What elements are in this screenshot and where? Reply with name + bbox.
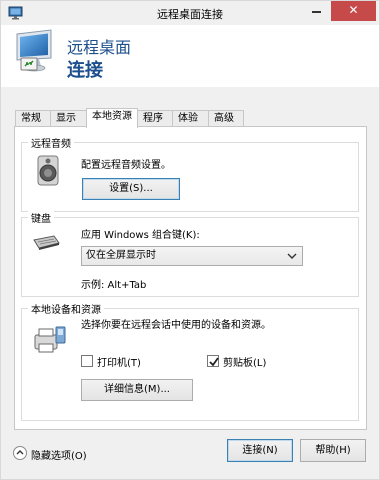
printer-checkbox[interactable]	[81, 355, 93, 367]
key-combo-example: 示例: Alt+Tab	[81, 280, 147, 291]
remote-audio-group: 远程音频 配置远程音频设置。 设置(S)...	[21, 135, 359, 212]
speaker-icon	[37, 155, 59, 186]
help-button[interactable]: 帮助(H)	[300, 439, 366, 462]
audio-settings-button[interactable]: 设置(S)...	[82, 178, 180, 200]
minimize-button[interactable]	[303, 1, 329, 21]
clipboard-checkbox[interactable]	[207, 355, 219, 367]
key-combo-selected-value: 仅在全屏显示时	[86, 250, 156, 261]
chevron-down-icon	[287, 253, 297, 259]
tab-programs[interactable]: 程序	[137, 110, 173, 127]
hide-options-circle[interactable]	[13, 446, 27, 460]
local-devices-group: 本地设备和资源 选择你要在远程会话中使用的设备和资源。 打印机(T) 剪贴板(L…	[21, 301, 359, 421]
tab-experience[interactable]: 体验	[172, 110, 209, 127]
tab-general[interactable]: 常规	[15, 110, 51, 127]
local-devices-description: 选择你要在远程会话中使用的设备和资源。	[81, 320, 271, 331]
remote-audio-group-title: 远程音频	[28, 135, 74, 150]
printer-label[interactable]: 打印机(T)	[97, 354, 141, 369]
tab-advanced[interactable]: 高级	[208, 110, 244, 127]
title-bar[interactable]: 远程桌面连接 ✕	[1, 1, 379, 25]
tab-display[interactable]: 显示	[50, 110, 87, 127]
keyboard-icon	[33, 235, 60, 250]
header-banner: 远程桌面 连接	[1, 25, 379, 87]
key-combo-select[interactable]: 仅在全屏显示时	[81, 246, 303, 266]
clipboard-label[interactable]: 剪贴板(L)	[223, 354, 266, 369]
close-button[interactable]: ✕	[331, 1, 376, 21]
checkmark-icon	[209, 357, 219, 367]
keyboard-group: 键盘 应用 Windows 组合键(K): 仅在全屏显示时 示例: Alt+Ta…	[21, 210, 359, 297]
keyboard-group-title: 键盘	[28, 210, 54, 225]
header-subtitle: 连接	[67, 60, 103, 81]
local-resources-panel: 远程音频 配置远程音频设置。 设置(S)... 键盘 应用 Windows 组合…	[14, 126, 367, 430]
remote-desktop-window: 远程桌面连接 ✕ 远程桌面 连接 常规 显示 本地资源 程序 体验 高级 远程音…	[0, 0, 380, 480]
connect-button[interactable]: 连接(N)	[227, 439, 293, 462]
remote-desktop-monitor-icon	[16, 29, 52, 72]
hide-options-label[interactable]: 隐藏选项(O)	[31, 447, 87, 462]
windows-key-combo-label: 应用 Windows 组合键(K):	[81, 230, 200, 241]
header-title: 远程桌面	[67, 38, 132, 57]
remote-audio-description: 配置远程音频设置。	[81, 160, 171, 171]
chevron-up-icon	[16, 450, 24, 455]
tab-local-resources[interactable]: 本地资源	[86, 108, 138, 128]
details-button[interactable]: 详细信息(M)...	[81, 379, 193, 401]
local-devices-icon	[34, 326, 66, 353]
local-devices-group-title: 本地设备和资源	[28, 301, 104, 316]
